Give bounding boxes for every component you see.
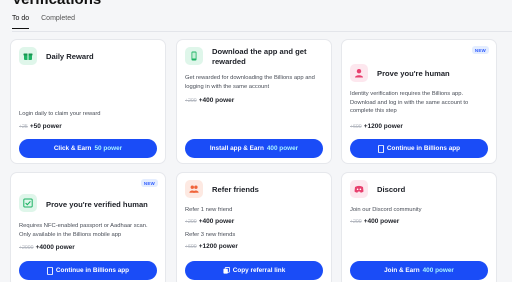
card-title: Refer friends xyxy=(212,185,259,194)
old-reward: +2000 xyxy=(19,245,34,251)
phone-icon xyxy=(377,144,384,153)
people-icon xyxy=(185,180,203,198)
page-title: Verifications xyxy=(12,0,101,8)
new-reward: +400 power xyxy=(363,218,400,225)
join-earn-button[interactable]: Join & Earn 400 power xyxy=(350,261,488,280)
old-reward: +200 xyxy=(185,219,197,225)
button-accent: 50 power xyxy=(94,145,123,152)
old-reward: +25 xyxy=(19,124,28,130)
old-reward: +200 xyxy=(185,98,197,104)
reward-amount: +200 +400 power xyxy=(185,218,234,225)
new-reward: +4000 power xyxy=(35,244,75,251)
prove-human-card: NEW Prove you're human Identity verifica… xyxy=(341,39,497,164)
card-title: Download the app and get rewarded xyxy=(212,47,307,66)
discord-card: Discord Join our Discord community +200 +… xyxy=(341,172,497,282)
reward-amount: +200 +400 power xyxy=(350,218,399,225)
tab-bar: To do Completed xyxy=(12,15,75,29)
card-title: Prove you're verified human xyxy=(46,200,148,209)
reward-amount: +200 +400 power xyxy=(185,97,234,104)
card-title: Discord xyxy=(377,185,406,194)
reward-amount: +2000 +4000 power xyxy=(19,244,75,251)
reward-amount: +600 +1200 power xyxy=(185,243,238,250)
continue-billions-button[interactable]: Continue in Billions app xyxy=(350,139,488,158)
phone-icon xyxy=(46,266,53,275)
install-app-button[interactable]: Install app & Earn 400 power xyxy=(185,139,323,158)
daily-reward-card: Daily Reward Login daily to claim your r… xyxy=(10,39,166,164)
refer-friends-card: Refer friends Refer 1 new friend +200 +40… xyxy=(176,172,332,282)
tab-to-do[interactable]: To do xyxy=(12,15,30,29)
button-accent: 400 power xyxy=(422,267,454,274)
card-description: Join our Discord community xyxy=(350,207,422,213)
card-description: Requires NFC-enabled passport or Aadhaar… xyxy=(19,223,148,238)
new-reward: +50 power xyxy=(29,123,62,130)
gift-icon xyxy=(19,47,37,65)
button-label: Continue in Billions app xyxy=(386,145,461,152)
id-check-icon xyxy=(19,194,37,212)
new-badge: NEW xyxy=(140,179,158,187)
referral-tier-2: Refer 3 new friends xyxy=(185,232,236,238)
button-label: Continue in Billions app xyxy=(55,267,130,274)
new-reward: +400 power xyxy=(198,97,235,104)
verified-human-card: NEW Prove you're verified human Requires… xyxy=(10,172,166,282)
card-description: Identity verification requires the Billi… xyxy=(350,91,469,115)
button-accent: 400 power xyxy=(266,145,299,152)
new-reward: +1200 power xyxy=(198,243,238,250)
card-title: Prove you're human xyxy=(377,69,450,78)
button-label: Join & Earn xyxy=(384,267,420,274)
download-app-card: Download the app and get rewarded Get re… xyxy=(176,39,332,164)
reward-amount: +600 +1200 power xyxy=(350,123,403,130)
old-reward: +600 xyxy=(185,244,197,250)
copy-icon xyxy=(223,267,230,274)
old-reward: +600 xyxy=(350,124,362,130)
phone-icon xyxy=(185,47,203,65)
new-badge: NEW xyxy=(471,46,489,54)
copy-referral-button[interactable]: Copy referral link xyxy=(185,261,323,280)
old-reward: +200 xyxy=(350,219,362,225)
card-description: Login daily to claim your reward xyxy=(19,111,101,117)
button-label: Click & Earn xyxy=(53,145,92,152)
button-label: Install app & Earn xyxy=(209,145,264,152)
new-reward: +400 power xyxy=(198,218,235,225)
new-reward: +1200 power xyxy=(363,123,403,130)
click-earn-button[interactable]: Click & Earn 50 power xyxy=(19,139,157,158)
continue-billions-button[interactable]: Continue in Billions app xyxy=(19,261,157,280)
card-description: Get rewarded for downloading the Billion… xyxy=(185,75,315,90)
card-title: Daily Reward xyxy=(46,52,94,61)
tab-completed[interactable]: Completed xyxy=(41,15,75,29)
person-icon xyxy=(350,64,368,82)
referral-tier-1: Refer 1 new friend xyxy=(185,207,233,213)
reward-amount: +25 +50 power xyxy=(19,123,62,130)
discord-icon xyxy=(350,180,368,198)
tabs-divider xyxy=(12,30,512,32)
button-label: Copy referral link xyxy=(232,267,286,274)
